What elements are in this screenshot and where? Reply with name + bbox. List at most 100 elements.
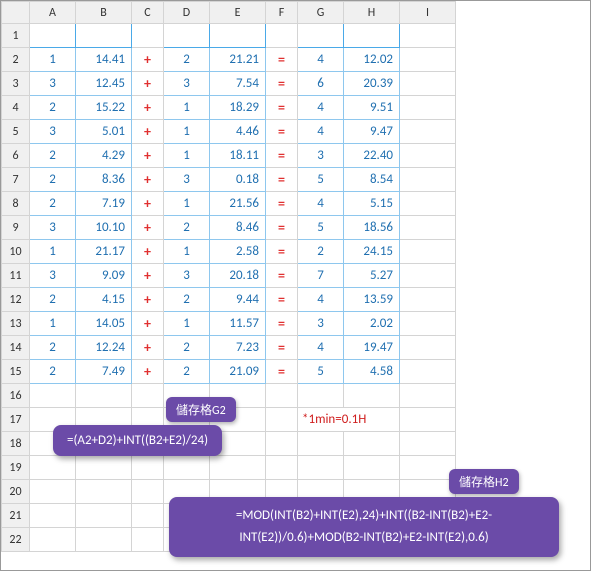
cell-hour[interactable]: 14.41	[76, 48, 132, 72]
table-row[interactable]: 2 1 14.41 + 2 21.21 = 4 12.02	[2, 48, 456, 72]
cell-hour[interactable]: 2.58	[210, 240, 266, 264]
row-header[interactable]: 16	[2, 384, 30, 408]
cell[interactable]	[132, 24, 164, 48]
col-G[interactable]: G	[298, 2, 344, 24]
op-plus[interactable]: +	[132, 72, 164, 96]
cell-hour[interactable]: 7.23	[210, 336, 266, 360]
cell[interactable]	[400, 144, 456, 168]
op-eq[interactable]: =	[266, 264, 298, 288]
cell-hour[interactable]: 9.09	[76, 264, 132, 288]
cell-day[interactable]: 2	[30, 336, 76, 360]
cell-day[interactable]: 5	[298, 360, 344, 384]
cell-day[interactable]: 1	[164, 144, 210, 168]
row-header[interactable]: 8	[2, 192, 30, 216]
cell-hour[interactable]: 18.56	[344, 216, 400, 240]
cell-hour[interactable]: 7.19	[76, 192, 132, 216]
cell-day[interactable]: 3	[30, 72, 76, 96]
hdr-D-day[interactable]: 天	[164, 24, 210, 48]
cell-day[interactable]: 3	[164, 264, 210, 288]
op-eq[interactable]: =	[266, 312, 298, 336]
op-eq[interactable]: =	[266, 288, 298, 312]
cell-day[interactable]: 4	[298, 288, 344, 312]
table-row[interactable]: 15 2 7.49 + 2 21.09 = 5 4.58	[2, 360, 456, 384]
op-eq[interactable]: =	[266, 216, 298, 240]
cell-hour[interactable]: 22.40	[344, 144, 400, 168]
cell-day[interactable]: 2	[30, 192, 76, 216]
cell-day[interactable]: 3	[298, 312, 344, 336]
cell-hour[interactable]: 4.58	[344, 360, 400, 384]
cell-day[interactable]: 3	[30, 264, 76, 288]
cell-hour[interactable]: 13.59	[344, 288, 400, 312]
cell-day[interactable]: 3	[30, 120, 76, 144]
col-D[interactable]: D	[164, 2, 210, 24]
row-header[interactable]: 18	[2, 432, 30, 456]
col-F[interactable]: F	[266, 2, 298, 24]
table-row[interactable]: 8 2 7.19 + 1 21.56 = 4 5.15	[2, 192, 456, 216]
cell[interactable]	[400, 24, 456, 48]
cell-hour[interactable]: 8.46	[210, 216, 266, 240]
cell[interactable]	[400, 48, 456, 72]
op-plus[interactable]: +	[132, 96, 164, 120]
row-header[interactable]: 3	[2, 72, 30, 96]
table-row[interactable]: 12 2 4.15 + 2 9.44 = 4 13.59	[2, 288, 456, 312]
cell[interactable]	[400, 336, 456, 360]
op-eq[interactable]: =	[266, 336, 298, 360]
cell-hour[interactable]: 20.39	[344, 72, 400, 96]
op-plus[interactable]: +	[132, 192, 164, 216]
cell-hour[interactable]: 5.15	[344, 192, 400, 216]
op-plus[interactable]: +	[132, 336, 164, 360]
cell-hour[interactable]: 24.15	[344, 240, 400, 264]
cell-day[interactable]: 2	[30, 288, 76, 312]
row-header[interactable]: 7	[2, 168, 30, 192]
cell-hour[interactable]: 21.21	[210, 48, 266, 72]
op-eq[interactable]: =	[266, 240, 298, 264]
cell-day[interactable]: 2	[164, 48, 210, 72]
cell-hour[interactable]: 21.17	[76, 240, 132, 264]
cell-hour[interactable]: 21.09	[210, 360, 266, 384]
cell-day[interactable]: 4	[298, 336, 344, 360]
cell-day[interactable]: 3	[164, 72, 210, 96]
op-plus[interactable]: +	[132, 264, 164, 288]
cell[interactable]	[400, 168, 456, 192]
op-plus[interactable]: +	[132, 48, 164, 72]
cell-hour[interactable]: 5.27	[344, 264, 400, 288]
cell-hour[interactable]: 15.22	[76, 96, 132, 120]
table-row[interactable]: 14 2 12.24 + 2 7.23 = 4 19.47	[2, 336, 456, 360]
cell[interactable]	[400, 240, 456, 264]
col-I[interactable]: I	[400, 2, 456, 24]
cell-hour[interactable]: 12.02	[344, 48, 400, 72]
row-header[interactable]: 1	[2, 24, 30, 48]
cell-hour[interactable]: 14.05	[76, 312, 132, 336]
cell-day[interactable]: 1	[30, 312, 76, 336]
op-plus[interactable]: +	[132, 240, 164, 264]
op-eq[interactable]: =	[266, 360, 298, 384]
row-header[interactable]: 11	[2, 264, 30, 288]
cell-day[interactable]: 2	[164, 288, 210, 312]
op-eq[interactable]: =	[266, 168, 298, 192]
cell-day[interactable]: 2	[30, 360, 76, 384]
cell-day[interactable]: 3	[164, 168, 210, 192]
op-eq[interactable]: =	[266, 96, 298, 120]
cell[interactable]	[400, 216, 456, 240]
table-row[interactable]: 11 3 9.09 + 3 20.18 = 7 5.27	[2, 264, 456, 288]
cell-hour[interactable]: 9.51	[344, 96, 400, 120]
spreadsheet-grid[interactable]: A B C D E F G H I 1 天 時 天 時 天 時 2 1 14.4…	[1, 1, 456, 552]
cell-day[interactable]: 1	[30, 48, 76, 72]
table-row[interactable]: 5 3 5.01 + 1 4.46 = 4 9.47	[2, 120, 456, 144]
cell-hour[interactable]: 4.29	[76, 144, 132, 168]
hdr-B-hour[interactable]: 時	[76, 24, 132, 48]
row-header[interactable]: 19	[2, 456, 30, 480]
note[interactable]: *1min=0.1H	[298, 408, 400, 432]
row-header[interactable]: 20	[2, 480, 30, 504]
op-eq[interactable]: =	[266, 48, 298, 72]
cell-hour[interactable]: 5.01	[76, 120, 132, 144]
cell-day[interactable]: 1	[164, 96, 210, 120]
cell-day[interactable]: 1	[164, 192, 210, 216]
cell[interactable]	[400, 120, 456, 144]
cell-day[interactable]: 1	[164, 312, 210, 336]
op-eq[interactable]: =	[266, 192, 298, 216]
table-row[interactable]: 7 2 8.36 + 3 0.18 = 5 8.54	[2, 168, 456, 192]
row-header[interactable]: 4	[2, 96, 30, 120]
col-E[interactable]: E	[210, 2, 266, 24]
row-header[interactable]: 14	[2, 336, 30, 360]
